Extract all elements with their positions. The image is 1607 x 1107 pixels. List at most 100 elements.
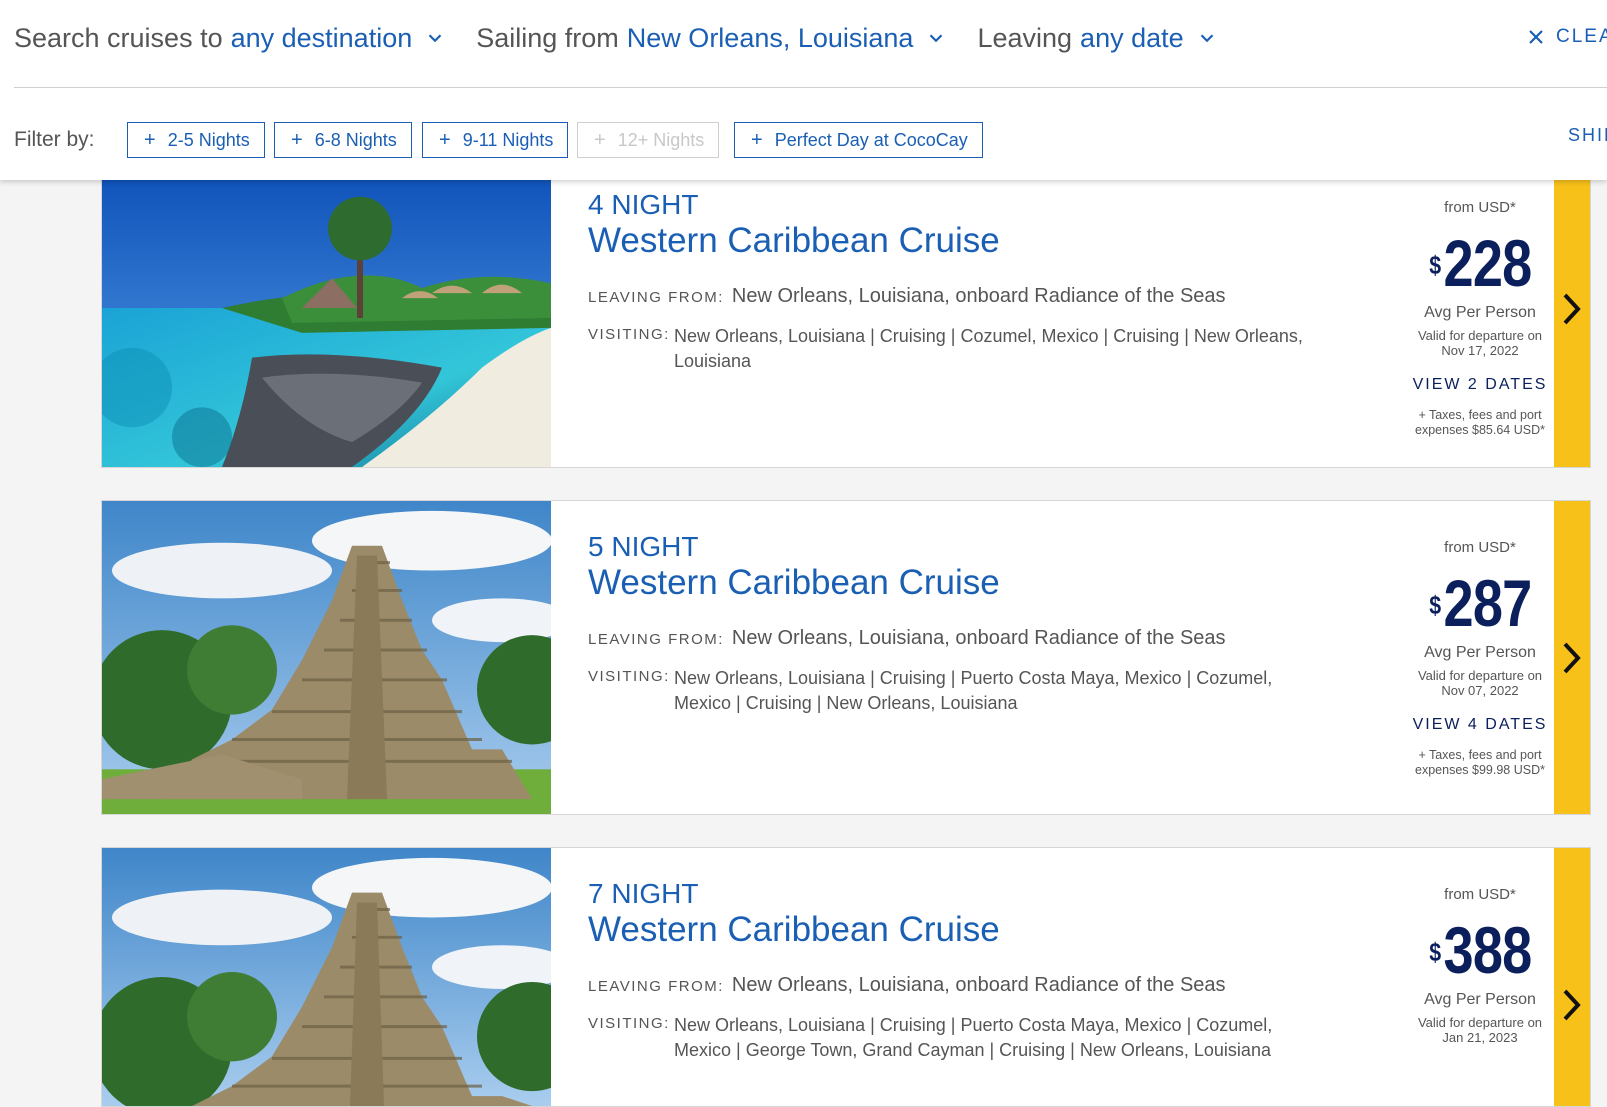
visiting-ports: New Orleans, Louisiana | Cruising | Puer…: [674, 1015, 1273, 1060]
view-dates-link[interactable]: VIEW 4 DATES: [1380, 716, 1580, 734]
visiting: VISITING: New Orleans, Louisiana | Cruis…: [588, 1013, 1308, 1063]
visiting: VISITING: New Orleans, Louisiana | Cruis…: [588, 324, 1308, 374]
port-prefix: Sailing from: [476, 22, 619, 53]
price-value: 388: [1443, 913, 1532, 987]
taxes-line: + Taxes, fees and port: [1418, 408, 1542, 422]
leaving-from: LEAVING FROM: New Orleans, Louisiana, onb…: [588, 974, 1226, 997]
valid-departure-line: Valid for departure on: [1417, 328, 1543, 343]
avg-per-person: Avg Per Person: [1424, 304, 1536, 321]
filter-chip-label: 6-8 Nights: [314, 129, 397, 150]
currency-symbol: $: [1428, 937, 1441, 967]
taxes-line: + Taxes, fees and port: [1418, 748, 1542, 762]
avg-per-person: Avg Per Person: [1424, 991, 1536, 1008]
visiting-label: VISITING:: [588, 1015, 670, 1032]
visiting-label: VISITING:: [588, 326, 670, 343]
filter-chip-label: 9-11 Nights: [462, 129, 554, 150]
plus-icon: +: [291, 128, 303, 151]
filter-chip-perfect-day-cococay[interactable]: + Perfect Day at CocoCay: [734, 122, 983, 158]
taxes-note: + Taxes, fees and port expenses $85.64 U…: [1380, 408, 1580, 438]
filter-chip-label: Perfect Day at CocoCay: [774, 129, 968, 150]
leaving-from-label: LEAVING FROM:: [588, 289, 724, 306]
filter-label: Filter by:: [14, 128, 95, 151]
cruise-card[interactable]: 5 NIGHT Western Caribbean Cruise LEAVING…: [101, 500, 1591, 815]
date-value[interactable]: any date: [1080, 23, 1184, 54]
departure-port-selector[interactable]: Sailing from New Orleans, Louisiana: [476, 23, 947, 54]
card-arrow-button[interactable]: [1554, 159, 1590, 467]
chevron-down-icon[interactable]: [925, 27, 947, 49]
clear-button[interactable]: CLEA: [1528, 20, 1607, 54]
currency-symbol: $: [1428, 250, 1441, 280]
cruise-nights: 4 NIGHT: [588, 189, 699, 220]
filter-chip-label: 12+ Nights: [617, 129, 705, 150]
taxes-note: + Taxes, fees and port expenses $99.98 U…: [1380, 748, 1580, 778]
plus-icon: +: [751, 128, 763, 151]
visiting-ports: New Orleans, Louisiana | Cruising | Puer…: [674, 668, 1273, 713]
chevron-right-icon[interactable]: [1561, 641, 1583, 675]
visiting-label: VISITING:: [588, 668, 670, 685]
price-amount: $388: [1428, 917, 1532, 983]
price-panel: from USD* $388 Avg Per Person Valid for …: [1380, 886, 1580, 1045]
filter-chip-9-11-nights[interactable]: + 9-11 Nights: [422, 122, 569, 158]
filter-chip-2-5-nights[interactable]: + 2-5 Nights: [127, 122, 265, 158]
cruise-card[interactable]: 7 NIGHT Western Caribbean Cruise LEAVING…: [101, 847, 1591, 1107]
taxes-amount: expenses $85.64 USD*: [1415, 423, 1545, 437]
filter-chip-6-8-nights[interactable]: + 6-8 Nights: [274, 122, 412, 158]
valid-departure: Valid for departure on Jan 21, 2023: [1380, 1015, 1580, 1045]
search-bar: Search cruises to any destination Sailin…: [14, 18, 1607, 58]
cruise-image-pyramid[interactable]: [102, 501, 551, 814]
cruise-card[interactable]: 4 NIGHT Western Caribbean Cruise LEAVING…: [101, 158, 1591, 468]
plus-icon: +: [439, 128, 451, 151]
chevron-right-icon[interactable]: [1561, 988, 1583, 1022]
avg-per-person: Avg Per Person: [1424, 644, 1536, 661]
cruise-image-beach[interactable]: [102, 159, 551, 467]
from-currency: from USD*: [1444, 199, 1516, 216]
close-icon[interactable]: [1528, 29, 1544, 45]
currency-symbol: $: [1428, 590, 1441, 620]
filter-chip-label: 2-5 Nights: [167, 129, 250, 150]
chevron-right-icon[interactable]: [1561, 292, 1583, 326]
cruise-title[interactable]: Western Caribbean Cruise: [588, 221, 1000, 261]
destination-value[interactable]: any destination: [231, 23, 413, 54]
destination-selector[interactable]: Search cruises to any destination: [14, 23, 446, 54]
price-value: 228: [1443, 226, 1532, 300]
price-panel: from USD* $228 Avg Per Person Valid for …: [1380, 199, 1580, 438]
leaving-from-value: New Orleans, Louisiana, onboard Radiance…: [731, 974, 1226, 996]
taxes-amount: expenses $99.98 USD*: [1415, 763, 1545, 777]
price-value: 287: [1443, 566, 1532, 640]
valid-departure-line: Valid for departure on: [1417, 1015, 1543, 1030]
valid-departure: Valid for departure on Nov 17, 2022: [1380, 328, 1580, 358]
clear-label[interactable]: CLEA: [1556, 26, 1607, 48]
leaving-from-label: LEAVING FROM:: [588, 631, 724, 648]
filter-bar: Filter by: + 2-5 Nights + 6-8 Nights + 9…: [14, 122, 1607, 160]
date-selector[interactable]: Leaving any date: [977, 23, 1217, 54]
date-prefix: Leaving: [977, 22, 1073, 53]
card-arrow-button[interactable]: [1554, 501, 1590, 814]
port-value[interactable]: New Orleans, Louisiana: [627, 23, 914, 54]
leaving-from: LEAVING FROM: New Orleans, Louisiana, onb…: [588, 285, 1226, 308]
filter-chip-12-plus-nights: + 12+ Nights: [577, 122, 720, 158]
leaving-from-value: New Orleans, Louisiana, onboard Radiance…: [731, 627, 1226, 649]
view-dates-link[interactable]: VIEW 2 DATES: [1380, 376, 1580, 394]
chevron-down-icon[interactable]: [1196, 27, 1218, 49]
cruise-nights: 5 NIGHT: [588, 531, 699, 562]
plus-icon: +: [144, 128, 156, 151]
ships-filter-link[interactable]: SHIP: [1568, 125, 1607, 146]
visiting-ports: New Orleans, Louisiana | Cruising | Cozu…: [674, 326, 1303, 371]
valid-departure-line: Valid for departure on: [1417, 668, 1543, 683]
cruise-image-pyramid[interactable]: [102, 848, 551, 1106]
chevron-down-icon[interactable]: [424, 27, 446, 49]
price-amount: $228: [1428, 230, 1532, 296]
card-arrow-button[interactable]: [1554, 848, 1590, 1106]
from-currency: from USD*: [1444, 539, 1516, 556]
price-panel: from USD* $287 Avg Per Person Valid for …: [1380, 539, 1580, 778]
destination-prefix: Search cruises to: [14, 22, 223, 53]
visiting: VISITING: New Orleans, Louisiana | Cruis…: [588, 666, 1308, 716]
cruise-title[interactable]: Western Caribbean Cruise: [588, 563, 1000, 603]
plus-icon: +: [594, 128, 606, 151]
from-currency: from USD*: [1444, 886, 1516, 903]
leaving-from-label: LEAVING FROM:: [588, 978, 724, 995]
cruise-title[interactable]: Western Caribbean Cruise: [588, 910, 1000, 950]
header-divider: [14, 87, 1607, 88]
valid-departure-date: Nov 07, 2022: [1441, 683, 1519, 698]
leaving-from-value: New Orleans, Louisiana, onboard Radiance…: [731, 285, 1226, 307]
